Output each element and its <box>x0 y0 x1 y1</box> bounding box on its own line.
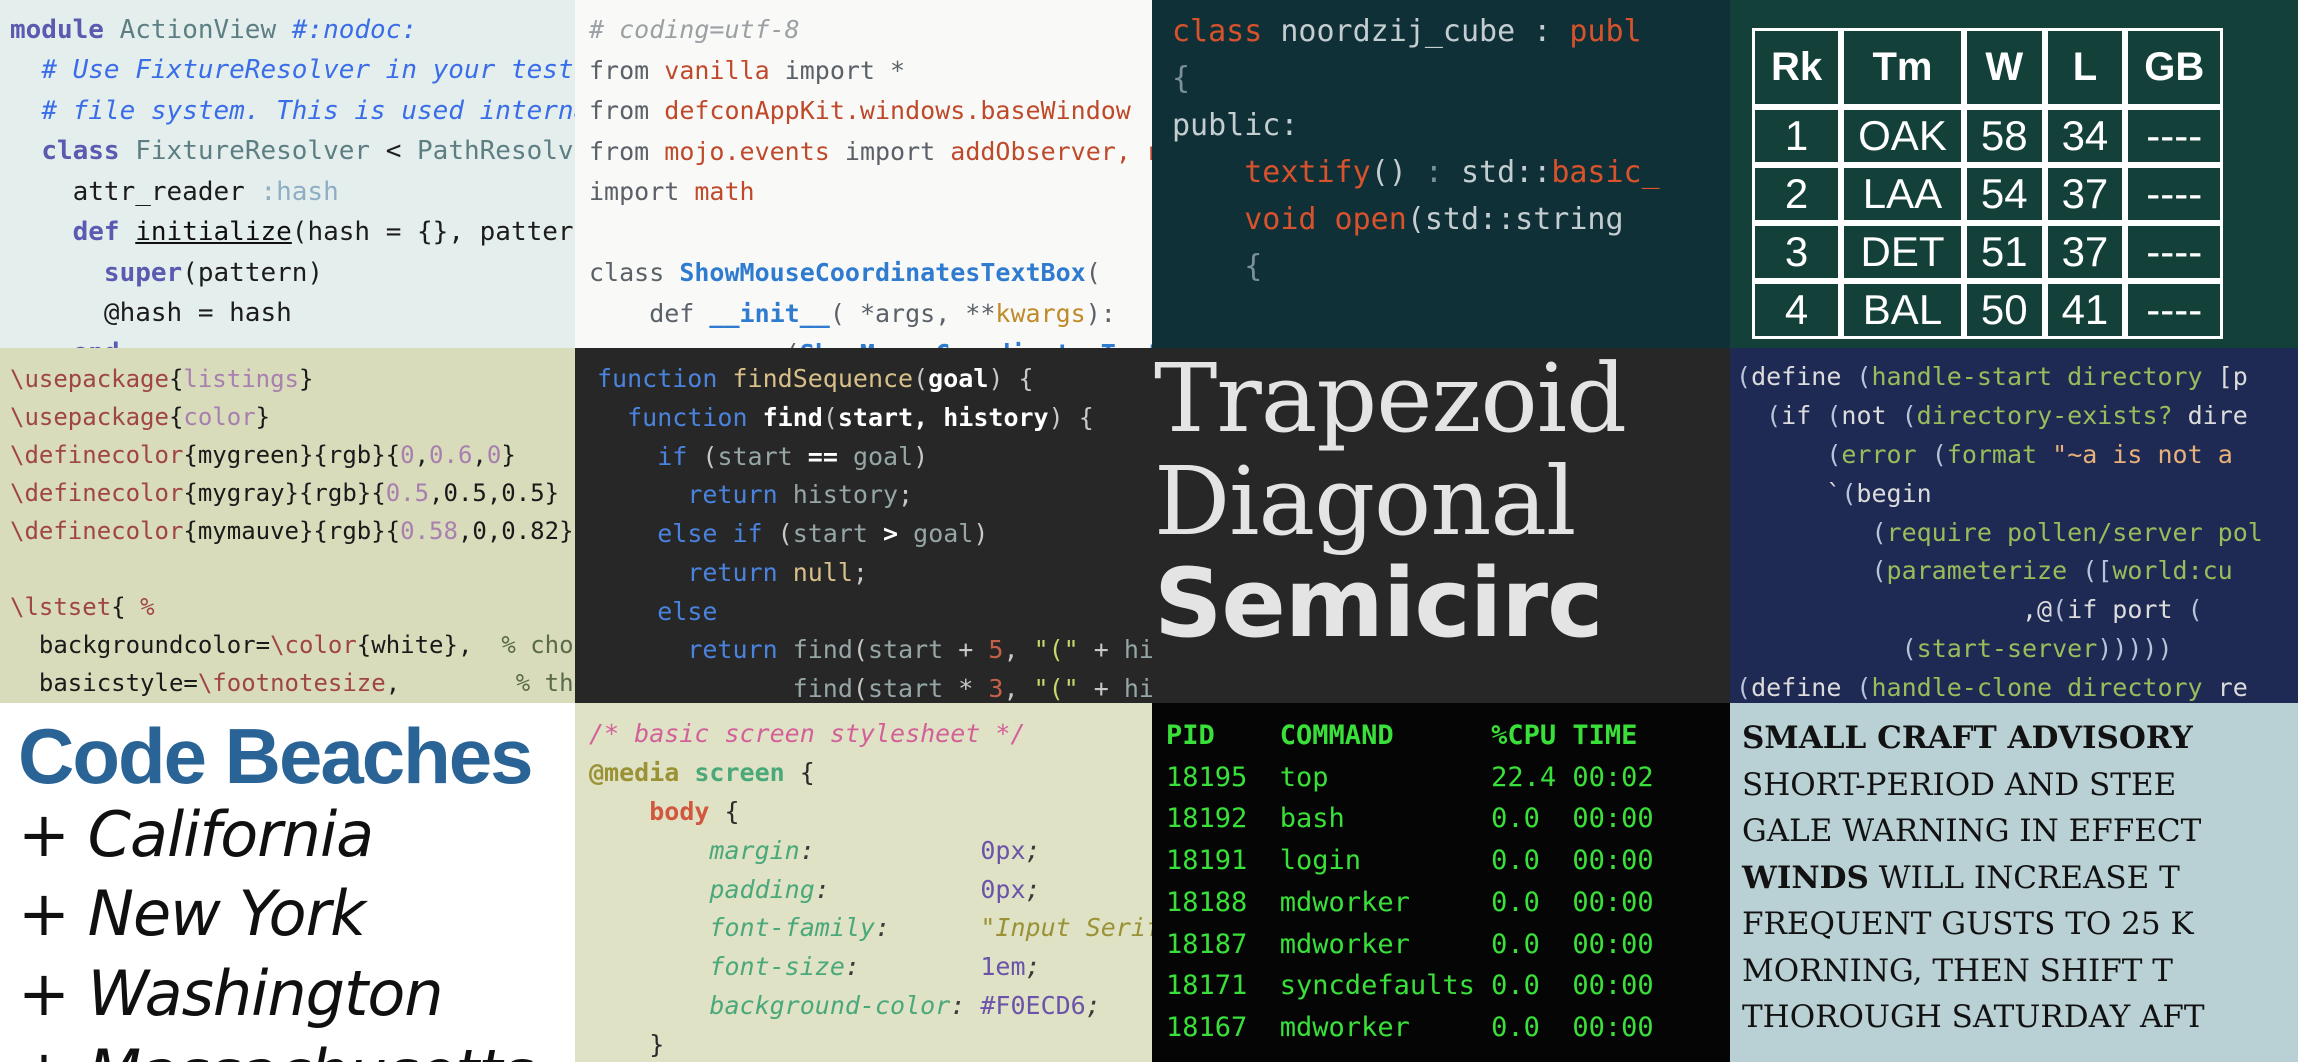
cell-w: 54 <box>1963 165 2045 223</box>
cell-l: 41 <box>2044 281 2126 339</box>
panel-standings-table: Rk Tm W L GB 1 OAK 58 34 ---- 2 LAA 54 3… <box>1730 0 2298 348</box>
cell-w: 50 <box>1963 281 2045 339</box>
cell-tm: DET <box>1841 223 1964 281</box>
cell-rk: 3 <box>1752 223 1842 281</box>
panel-ruby-code: module ActionView #:nodoc: # Use Fixture… <box>0 0 575 348</box>
cell-tm: LAA <box>1841 165 1964 223</box>
racket-code-block: (define (handle-start directory [p (if (… <box>1736 362 2263 702</box>
javascript-code-block: function findSequence(goal) { function f… <box>597 364 1152 703</box>
list-item: + New York <box>18 877 366 951</box>
specimen-grid: module ActionView #:nodoc: # Use Fixture… <box>0 0 2298 1062</box>
cell-gb: ---- <box>2125 165 2224 223</box>
top-output-block: PID COMMAND %CPU TIME 18195 top 22.4 00:… <box>1166 720 1654 1043</box>
table-row: 3 DET 51 37 ---- <box>1752 223 2224 281</box>
display-line-1: Trapezoid <box>1154 348 1627 454</box>
cell-gb: ---- <box>2125 281 2224 339</box>
list-item: + California <box>18 798 374 871</box>
cell-rk: 2 <box>1752 165 1842 223</box>
standings-header-row: Rk Tm W L GB <box>1752 28 2224 107</box>
cell-gb: ---- <box>2125 107 2224 165</box>
col-header-w: W <box>1963 28 2045 107</box>
cell-w: 58 <box>1963 107 2045 165</box>
panel-css-code: /* basic screen stylesheet */ @media scr… <box>575 703 1152 1062</box>
display-line-2: Diagonal <box>1154 446 1576 557</box>
latex-code-block: \usepackage{listings} \usepackage{color}… <box>10 365 575 698</box>
panel-racket-code: (define (handle-start directory [p (if (… <box>1730 348 2298 703</box>
cell-w: 51 <box>1963 223 2045 281</box>
table-row: 2 LAA 54 37 ---- <box>1752 165 2224 223</box>
list-item: + Washington <box>18 956 444 1030</box>
cell-l: 34 <box>2044 107 2126 165</box>
weather-text-block: SMALL CRAFT ADVISORY SHORT-PERIOD AND ST… <box>1742 720 2205 1035</box>
cell-rk: 4 <box>1752 281 1842 339</box>
cell-l: 37 <box>2044 165 2126 223</box>
panel-javascript-code: function findSequence(goal) { function f… <box>575 348 1152 703</box>
panel-weather-advisory: SMALL CRAFT ADVISORY SHORT-PERIOD AND ST… <box>1730 703 2298 1062</box>
beaches-title: Code Beaches <box>18 712 534 800</box>
panel-code-beaches: Code Beaches + California + New York + W… <box>0 703 575 1062</box>
panel-python-code: # coding=utf-8 from vanilla import * fro… <box>575 0 1152 348</box>
panel-cpp-code: class noordzij_cube : publ { public: tex… <box>1152 0 1730 348</box>
table-row: 4 BAL 50 41 ---- <box>1752 281 2224 339</box>
panel-display-type: Trapezoid Diagonal Semicirc <box>1152 348 1730 703</box>
cpp-code-block: class noordzij_cube : publ { public: tex… <box>1172 14 1660 348</box>
table-row: 1 OAK 58 34 ---- <box>1752 107 2224 165</box>
col-header-rk: Rk <box>1752 28 1842 107</box>
cell-tm: BAL <box>1841 281 1964 339</box>
cell-tm: OAK <box>1841 107 1964 165</box>
python-code-block: # coding=utf-8 from vanilla import * fro… <box>589 15 1152 348</box>
display-line-3: Semicirc <box>1154 549 1603 660</box>
col-header-gb: GB <box>2125 28 2224 107</box>
panel-top-output: PID COMMAND %CPU TIME 18195 top 22.4 00:… <box>1152 703 1730 1062</box>
css-code-block: /* basic screen stylesheet */ @media scr… <box>589 719 1152 1059</box>
col-header-l: L <box>2044 28 2126 107</box>
cell-rk: 1 <box>1752 107 1842 165</box>
list-item: + Massachusetts <box>18 1033 575 1062</box>
cell-gb: ---- <box>2125 223 2224 281</box>
standings-table: Rk Tm W L GB 1 OAK 58 34 ---- 2 LAA 54 3… <box>1752 28 2224 339</box>
col-header-tm: Tm <box>1841 28 1964 107</box>
ruby-code-block: module ActionView #:nodoc: # Use Fixture… <box>10 15 575 348</box>
cell-l: 37 <box>2044 223 2126 281</box>
panel-latex-code: \usepackage{listings} \usepackage{color}… <box>0 348 575 703</box>
